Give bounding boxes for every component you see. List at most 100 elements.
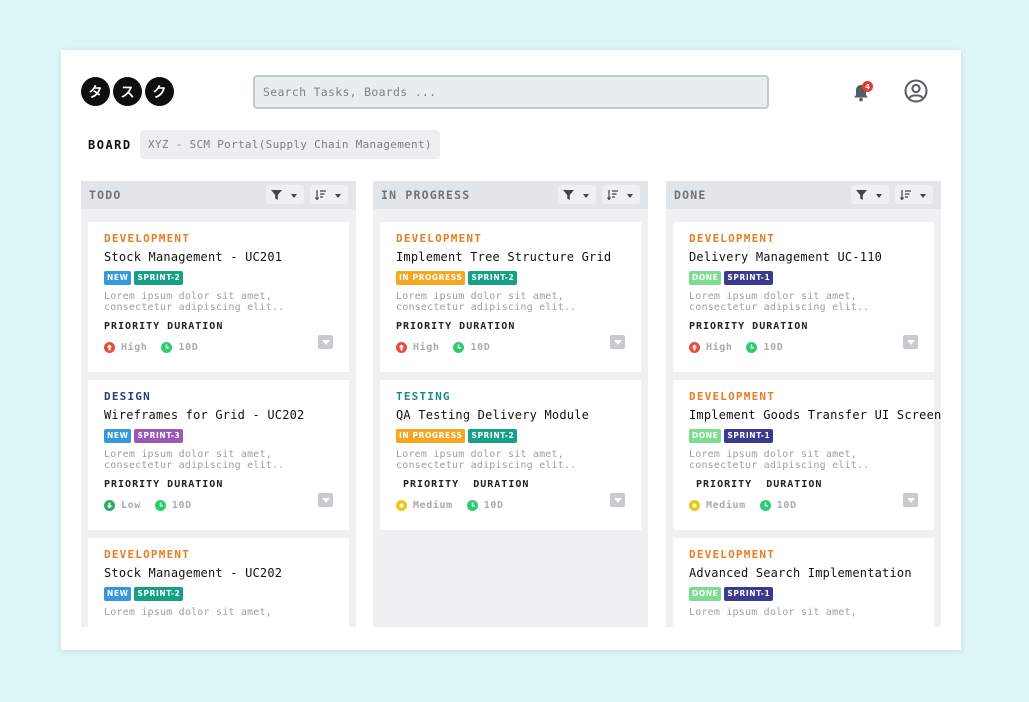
sort-button[interactable] <box>310 185 348 204</box>
arrow-up-icon <box>396 342 407 353</box>
duration-value: 10D <box>763 342 784 353</box>
task-meta: Medium 10D <box>396 500 625 511</box>
board-selector[interactable]: XYZ - SCM Portal(Supply Chain Management… <box>140 130 440 159</box>
task-title[interactable]: Wireframes for Grid - UC202 <box>104 408 333 422</box>
filter-icon <box>271 189 282 200</box>
column-title: DONE <box>674 188 707 202</box>
expand-card-button[interactable] <box>610 335 625 349</box>
chevron-down-icon <box>906 497 915 503</box>
sprint-badge: SPRINT-1 <box>724 271 774 285</box>
task-meta: High 10D <box>689 342 918 353</box>
task-card[interactable]: DEVELOPMENT Implement Goods Transfer UI S… <box>673 380 941 530</box>
task-card[interactable]: DEVELOPMENT Stock Management - UC202 NEW SP… <box>88 538 349 627</box>
minus-circle-icon <box>396 500 407 511</box>
task-title[interactable]: Stock Management - UC202 <box>104 566 333 580</box>
description-line: Lorem ipsum dolor sit amet, <box>689 607 857 618</box>
task-description: Lorem ipsum dolor sit amet, consectetur a… <box>104 291 333 313</box>
task-title[interactable]: QA Testing Delivery Module <box>396 408 625 422</box>
sort-button[interactable] <box>602 185 640 204</box>
priority: High <box>396 342 439 353</box>
task-title[interactable]: Advanced Search Implementation <box>689 566 918 580</box>
search-input[interactable] <box>253 75 769 109</box>
filter-button[interactable] <box>851 185 889 204</box>
task-description: Lorem ipsum dolor sit amet, consectetur a… <box>396 449 625 471</box>
column-header: DONE <box>666 181 941 209</box>
description-line: Lorem ipsum dolor sit amet, <box>689 449 857 460</box>
status-badge: IN PROGRESS <box>396 429 466 443</box>
filter-button[interactable] <box>266 185 304 204</box>
priority-value: Medium <box>413 500 453 511</box>
chevron-down-icon <box>613 497 622 503</box>
chevron-down-icon <box>321 339 330 345</box>
task-title[interactable]: Delivery Management UC-110 <box>689 250 918 264</box>
priority-value: High <box>413 342 440 353</box>
description-line: consectetur adipiscing elit.. <box>104 302 285 313</box>
task-title[interactable]: Stock Management - UC201 <box>104 250 333 264</box>
expand-card-button[interactable] <box>318 493 333 507</box>
minus-circle-icon <box>689 500 700 511</box>
arrow-up-icon <box>689 342 700 353</box>
description-line: consectetur adipiscing elit.. <box>396 302 577 313</box>
card-list: DEVELOPMENT Stock Management - UC201 NEW SP… <box>81 209 356 627</box>
chevron-down-icon <box>613 339 622 345</box>
sprint-badge: SPRINT-1 <box>724 429 774 443</box>
task-card[interactable]: DEVELOPMENT Implement Tree Structure Grid… <box>380 222 641 372</box>
clock-icon <box>453 342 465 353</box>
chevron-down-icon <box>920 194 926 198</box>
duration: 10D <box>161 342 198 353</box>
app-window: タ ス ク 4 BOARD XYZ - SCM Portal(Supply Ch… <box>61 50 961 650</box>
task-card[interactable]: TESTING QA Testing Delivery Module IN PROG… <box>380 380 641 530</box>
board-label: BOARD <box>88 138 132 152</box>
task-description: Lorem ipsum dolor sit amet, <box>104 607 333 618</box>
task-title[interactable]: Implement Goods Transfer UI Screen <box>689 408 941 422</box>
notification-button[interactable]: 4 <box>851 81 873 103</box>
column-header: TODO <box>81 181 356 209</box>
duration-value: 10D <box>470 342 491 353</box>
column-tools <box>266 185 348 204</box>
expand-card-button[interactable] <box>903 493 918 507</box>
chevron-down-icon <box>583 194 589 198</box>
status-badge: NEW <box>104 587 132 601</box>
chevron-down-icon <box>291 194 297 198</box>
task-tags: IN PROGRESS SPRINT-2 <box>396 429 625 443</box>
description-line: Lorem ipsum dolor sit amet, <box>104 291 272 302</box>
task-meta: Medium 10D <box>689 500 918 511</box>
sort-icon <box>607 189 618 200</box>
sprint-badge: SPRINT-2 <box>468 271 518 285</box>
filter-button[interactable] <box>558 185 596 204</box>
task-description: Lorem ipsum dolor sit amet, consectetur a… <box>689 291 918 313</box>
column-done: DONE DEVELOPMENT Delivery Management UC-11… <box>666 181 941 627</box>
clock-icon <box>154 500 166 511</box>
task-card[interactable]: DESIGN Wireframes for Grid - UC202 NEW SPRI… <box>88 380 349 530</box>
app-logo[interactable]: タ ス ク <box>81 77 174 106</box>
sprint-badge: SPRINT-1 <box>724 587 774 601</box>
task-title[interactable]: Implement Tree Structure Grid <box>396 250 625 264</box>
duration: 10D <box>746 342 783 353</box>
task-description: Lorem ipsum dolor sit amet, consectetur a… <box>396 291 625 313</box>
user-profile-button[interactable] <box>904 79 928 103</box>
task-tags: NEW SPRINT-2 <box>104 271 333 285</box>
clock-icon <box>161 342 173 353</box>
priority-value: High <box>121 342 148 353</box>
expand-card-button[interactable] <box>318 335 333 349</box>
priority: High <box>689 342 732 353</box>
status-badge: DONE <box>689 271 722 285</box>
task-card[interactable]: DEVELOPMENT Advanced Search Implementatio… <box>673 538 934 627</box>
sort-button[interactable] <box>895 185 933 204</box>
column-header: IN PROGRESS <box>373 181 648 209</box>
sprint-badge: SPRINT-2 <box>134 587 184 601</box>
task-category: DEVELOPMENT <box>689 232 776 245</box>
task-card[interactable]: DEVELOPMENT Stock Management - UC201 NEW SP… <box>88 222 349 372</box>
task-tags: DONE SPRINT-1 <box>689 271 918 285</box>
sort-icon <box>315 189 326 200</box>
task-tags: DONE SPRINT-1 <box>689 587 918 601</box>
description-line: Lorem ipsum dolor sit amet, <box>396 449 564 460</box>
clock-icon <box>759 500 771 511</box>
task-meta: High 10D <box>104 342 333 353</box>
expand-card-button[interactable] <box>610 493 625 507</box>
task-description: Lorem ipsum dolor sit amet, consectetur a… <box>104 449 333 471</box>
task-card[interactable]: DEVELOPMENT Delivery Management UC-110 DON… <box>673 222 934 372</box>
duration-value: 10D <box>776 500 797 511</box>
expand-card-button[interactable] <box>903 335 918 349</box>
chevron-down-icon <box>876 194 882 198</box>
